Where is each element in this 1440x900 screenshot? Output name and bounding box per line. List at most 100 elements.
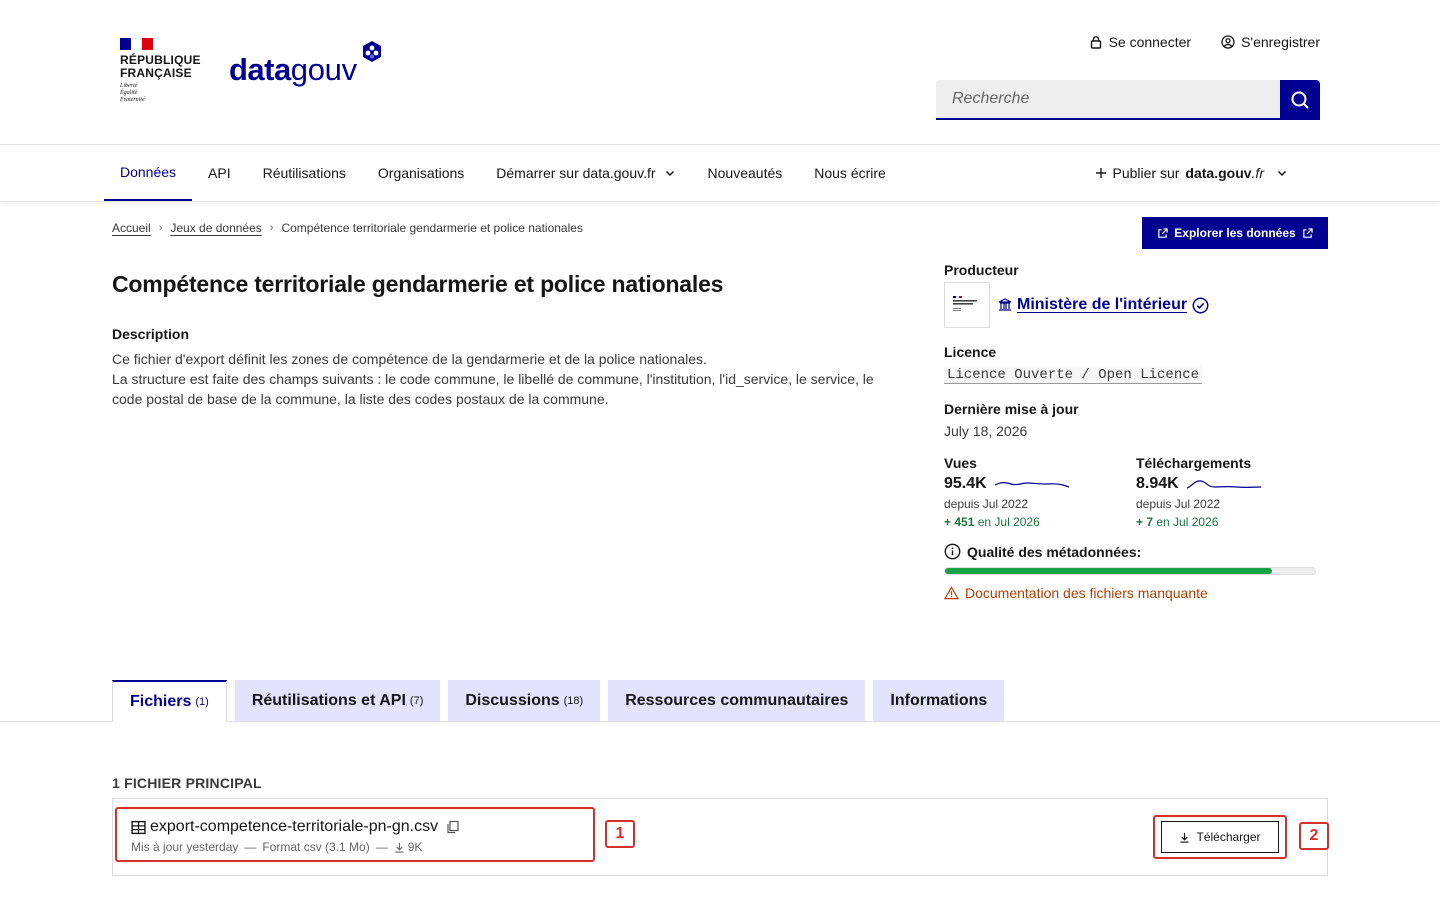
quality-progress-fill	[945, 568, 1273, 574]
nav-demarrer[interactable]: Démarrer sur data.gouv.fr	[480, 145, 691, 201]
views-plus: + 451	[944, 515, 975, 529]
quality-heading[interactable]: Qualité des métadonnées:	[944, 543, 1328, 560]
file-updated: Mis à jour yesterday	[131, 840, 239, 854]
views-recent: + 451 en Jul 2026	[944, 515, 1136, 529]
tab-label: Ressources communautaires	[625, 691, 849, 709]
quality-progress-bar	[944, 567, 1316, 575]
nav-label: API	[208, 165, 231, 181]
publish-prefix: Publier sur	[1112, 165, 1180, 181]
tab-discussions[interactable]: Discussions (18)	[448, 680, 601, 721]
info-icon	[944, 543, 961, 560]
copy-icon[interactable]	[446, 820, 460, 834]
publish-suffix: .fr	[1251, 165, 1264, 181]
producer-name: Ministère de l'intérieur	[1017, 296, 1188, 313]
nav-label: Nous écrire	[814, 165, 886, 181]
description-line: Ce fichier d'export définit les zones de…	[112, 351, 707, 367]
producer-logo[interactable]	[944, 282, 990, 328]
nav-label: Organisations	[377, 165, 465, 181]
search-button[interactable]	[1280, 80, 1320, 120]
search-bar	[936, 80, 1320, 120]
search-input[interactable]	[936, 80, 1280, 120]
login-link[interactable]: Se connecter	[1089, 34, 1191, 50]
chevron-right-icon: ›	[269, 222, 274, 234]
tab-count: (1)	[195, 696, 209, 708]
downloads-recent: + 7 en Jul 2026	[1136, 515, 1328, 529]
nav-donnees[interactable]: Données	[104, 145, 193, 201]
updated-date: July 18, 2026	[944, 423, 1028, 439]
register-link[interactable]: S'enregistrer	[1221, 34, 1320, 50]
rf-motto-3: Fraternité	[120, 97, 145, 103]
nav-label: Nouveautés	[707, 165, 783, 181]
download-icon	[1180, 832, 1190, 843]
downloads-plus-suffix: en Jul 2026	[1153, 515, 1219, 529]
site-header: République Française Liberté Égalité Fra…	[0, 0, 1440, 145]
breadcrumb-home[interactable]: Accueil	[112, 221, 151, 235]
nav-organisations[interactable]: Organisations	[362, 145, 480, 201]
main-navigation: Données API Réutilisations Organisations…	[0, 145, 1440, 202]
downloads-label: Téléchargements	[1136, 455, 1252, 471]
download-highlight: Télécharger	[1153, 815, 1287, 859]
annotation-badge-2: 2	[1299, 822, 1329, 850]
external-link-icon	[1158, 227, 1168, 238]
marianne-flag-icon	[120, 38, 153, 50]
ministere-logo-icon	[953, 296, 977, 311]
republique-francaise-logo[interactable]: République Française Liberté Égalité Fra…	[120, 38, 220, 104]
download-label: Télécharger	[1196, 830, 1261, 844]
description-text: Ce fichier d'export définit les zones de…	[112, 349, 892, 409]
quality-warning: Documentation des fichiers manquante	[944, 585, 1328, 601]
downloads-value: 8.94K	[1136, 475, 1179, 492]
file-downloads: 9K	[407, 840, 423, 854]
views-value-row: 95.4K	[944, 475, 1136, 493]
explore-data-button[interactable]: Explorer les données	[1142, 217, 1328, 249]
tab-label: Réutilisations et API	[251, 691, 406, 709]
nav-api[interactable]: API	[192, 145, 247, 201]
producer-link[interactable]: Ministère de l'intérieur	[998, 296, 1209, 314]
breadcrumb-datasets[interactable]: Jeux de données	[170, 221, 261, 235]
logo-gouv: gouv	[290, 52, 357, 87]
publish-menu[interactable]: Publier sur data.gouv .fr	[1095, 145, 1289, 201]
explore-label: Explorer les données	[1174, 226, 1296, 240]
download-button[interactable]: Télécharger	[1161, 821, 1279, 853]
file-name-row: export-competence-territoriale-pn-gn.csv	[131, 818, 579, 836]
tab-ressources-communautaires[interactable]: Ressources communautaires	[608, 680, 866, 721]
downloads-value-row: 8.94K	[1136, 475, 1328, 493]
register-label: S'enregistrer	[1241, 34, 1320, 50]
tab-reutilisations-api[interactable]: Réutilisations et API (7)	[234, 680, 441, 721]
meta-separator: —	[244, 840, 257, 854]
search-icon	[1291, 91, 1309, 109]
publish-brand: data.gouv	[1185, 165, 1252, 181]
tab-label: Discussions	[465, 691, 560, 709]
views-since: depuis Jul 2022	[944, 497, 1029, 511]
meta-separator: —	[375, 840, 388, 854]
nav-reutilisations[interactable]: Réutilisations	[247, 145, 362, 201]
quality-label: Qualité des métadonnées:	[967, 543, 1142, 560]
views-stat: Vues 95.4K depuis Jul 2022 + 451 en Jul …	[944, 455, 1136, 529]
tab-fichiers[interactable]: Fichiers (1)	[112, 680, 227, 722]
logo-data: data	[229, 52, 291, 87]
producer-label: Producteur	[944, 262, 1019, 278]
file-info[interactable]: export-competence-territoriale-pn-gn.csv…	[115, 807, 595, 862]
rf-motto-2: Égalité	[120, 90, 138, 96]
tab-count: (7)	[409, 694, 424, 707]
views-value: 95.4K	[944, 475, 987, 492]
datagouv-logo[interactable]: data gouv	[229, 40, 381, 90]
header-tools: Se connecter S'enregistrer	[1089, 34, 1320, 50]
views-label: Vues	[944, 455, 977, 471]
nav-label: Données	[120, 164, 177, 180]
warning-icon	[944, 586, 959, 600]
table-icon	[131, 820, 146, 834]
rf-motto-1: Liberté	[120, 83, 138, 89]
tab-label: Informations	[890, 691, 988, 709]
nav-nous-ecrire[interactable]: Nous écrire	[798, 145, 902, 201]
tab-informations[interactable]: Informations	[873, 680, 1005, 721]
nav-nouveautes[interactable]: Nouveautés	[692, 145, 799, 201]
rf-line2: Française	[120, 66, 192, 80]
producer: Ministère de l'intérieur	[944, 282, 1328, 328]
licence-value[interactable]: Licence Ouverte / Open Licence	[944, 367, 1203, 384]
chevron-down-icon	[1277, 170, 1287, 177]
page-title: Compétence territoriale gendarmerie et p…	[112, 271, 724, 297]
file-card: export-competence-territoriale-pn-gn.csv…	[112, 798, 1329, 876]
nav-label: Réutilisations	[262, 165, 346, 181]
breadcrumb-current: Compétence territoriale gendarmerie et p…	[281, 221, 583, 235]
downloads-plus: + 7	[1136, 515, 1154, 529]
